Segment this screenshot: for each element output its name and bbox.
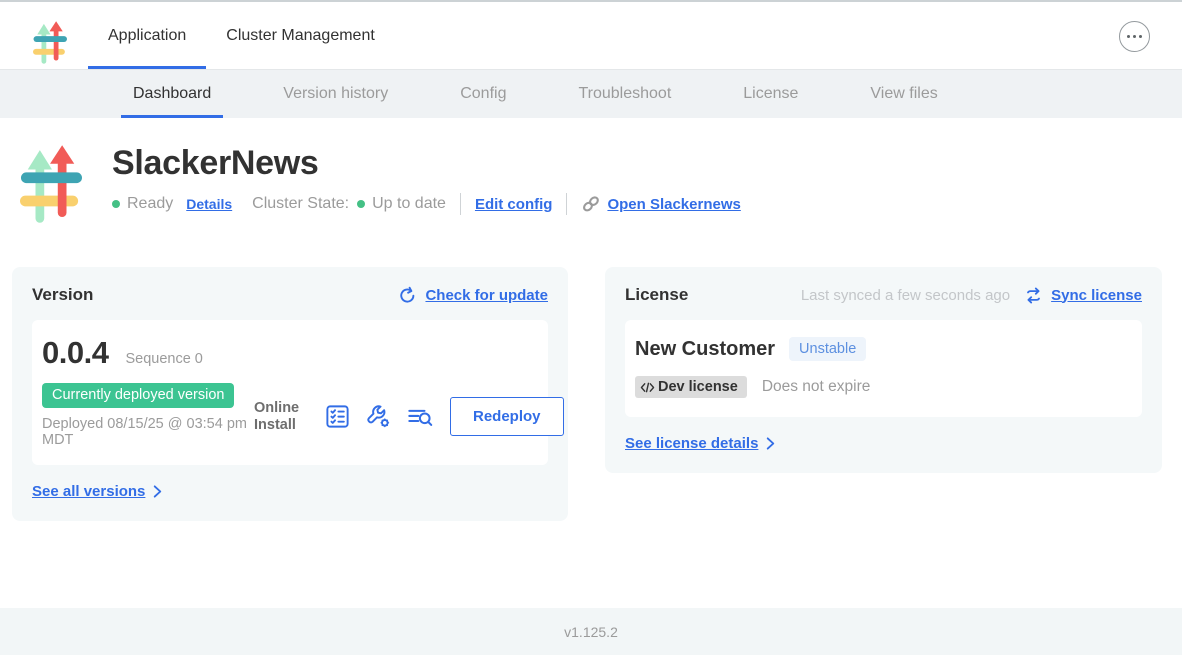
version-number-row: 0.0.4 Sequence 0 [42, 335, 528, 371]
license-card-title: License [625, 285, 688, 305]
open-app-link[interactable]: Open Slackernews [607, 196, 740, 213]
app-status-dot-icon [112, 200, 120, 208]
refresh-icon [398, 286, 417, 305]
sync-license-link[interactable]: Sync license [1024, 286, 1142, 305]
dashboard-main: SlackerNews Ready Details Cluster State:… [0, 118, 1182, 608]
license-card: License Last synced a few seconds ago [605, 267, 1162, 473]
version-card-header: Version Check for update [32, 285, 548, 305]
see-license-details-label: See license details [625, 435, 758, 452]
tab-troubleshoot-label: Troubleshoot [578, 85, 671, 103]
tab-cluster-management[interactable]: Cluster Management [206, 2, 395, 69]
check-for-update-label: Check for update [425, 287, 548, 304]
tab-dashboard-label: Dashboard [133, 85, 211, 103]
diff-search-icon[interactable] [406, 403, 434, 430]
tab-application[interactable]: Application [88, 2, 206, 69]
deploy-info-column: Currently deployed version Deployed 08/1… [42, 383, 254, 448]
tab-version-history[interactable]: Version history [271, 70, 400, 118]
version-number: 0.0.4 [42, 335, 108, 371]
sync-arrows-icon [1024, 286, 1043, 305]
deployed-timestamp: Deployed 08/15/25 @ 03:54 pm MDT [42, 417, 254, 448]
status-details-link[interactable]: Details [186, 196, 232, 212]
app-header-text: SlackerNews Ready Details Cluster State:… [112, 144, 741, 225]
tab-version-history-label: Version history [283, 85, 388, 103]
tab-cluster-management-label: Cluster Management [226, 27, 375, 45]
chevron-right-icon [152, 485, 163, 498]
slackernews-logo-large-icon [20, 145, 82, 225]
version-body: Currently deployed version Deployed 08/1… [42, 383, 528, 448]
admin-console-page: Application Cluster Management Dashboard… [0, 0, 1182, 655]
sync-license-label: Sync license [1051, 287, 1142, 304]
tab-config[interactable]: Config [448, 70, 518, 118]
version-card-title: Version [32, 285, 93, 305]
cluster-state-label: Cluster State: [252, 195, 349, 213]
app-sub-nav: Dashboard Version history Config Trouble… [0, 70, 1182, 118]
edit-config-link[interactable]: Edit config [475, 196, 553, 213]
chain-link-icon [581, 194, 601, 214]
redeploy-button[interactable]: Redeploy [450, 397, 564, 436]
tab-config-label: Config [460, 85, 506, 103]
see-all-versions-label: See all versions [32, 483, 145, 500]
tab-view-files-label: View files [870, 85, 937, 103]
channel-badge: Unstable [789, 337, 866, 361]
license-type-label: Dev license [658, 379, 738, 395]
overflow-menu-button[interactable] [1119, 21, 1150, 52]
current-version-panel: 0.0.4 Sequence 0 Currently deployed vers… [32, 320, 548, 465]
license-meta-row: Dev license Does not expire [635, 376, 1122, 398]
chevron-right-icon [765, 437, 776, 450]
see-all-versions-link[interactable]: See all versions [32, 483, 163, 500]
version-actions: Online Install [254, 385, 564, 448]
top-nav: Application Cluster Management [0, 0, 1182, 70]
version-action-icons [324, 403, 434, 430]
slackernews-logo-icon [33, 16, 67, 69]
last-synced-text: Last synced a few seconds ago [801, 287, 1010, 304]
version-card: Version Check for update [12, 267, 568, 521]
ellipsis-icon [1127, 35, 1131, 39]
cluster-state-dot-icon [357, 200, 365, 208]
code-brackets-icon [640, 381, 655, 394]
check-for-update-link[interactable]: Check for update [398, 286, 548, 305]
see-license-details-link[interactable]: See license details [625, 435, 776, 452]
tab-license-label: License [743, 85, 798, 103]
cluster-state-value: Up to date [372, 195, 446, 213]
app-header: SlackerNews Ready Details Cluster State:… [0, 118, 1182, 225]
console-version: v1.125.2 [564, 624, 618, 640]
install-type-label: Online Install [254, 400, 310, 432]
tab-view-files[interactable]: View files [858, 70, 949, 118]
dashboard-cards: Version Check for update [0, 267, 1182, 521]
config-wrench-gear-icon[interactable] [365, 403, 392, 430]
preflight-checklist-icon[interactable] [324, 403, 351, 430]
console-footer: v1.125.2 [0, 608, 1182, 655]
page-title: SlackerNews [112, 144, 741, 183]
license-type-badge: Dev license [635, 376, 747, 398]
divider [460, 193, 461, 215]
tab-troubleshoot[interactable]: Troubleshoot [566, 70, 683, 118]
top-nav-tabs: Application Cluster Management [88, 2, 395, 69]
app-status-text: Ready [127, 195, 173, 213]
deployed-status-badge: Currently deployed version [42, 383, 234, 408]
divider [566, 193, 567, 215]
app-status-row: Ready Details Cluster State: Up to date … [112, 193, 741, 215]
tab-dashboard[interactable]: Dashboard [121, 70, 223, 118]
customer-row: New Customer Unstable [635, 337, 1122, 361]
license-card-header: License Last synced a few seconds ago [625, 285, 1142, 305]
sequence-label: Sequence 0 [125, 351, 202, 367]
tab-license[interactable]: License [731, 70, 810, 118]
customer-name: New Customer [635, 338, 775, 361]
license-panel: New Customer Unstable Dev license [625, 320, 1142, 417]
license-expiration: Does not expire [762, 378, 871, 396]
tab-application-label: Application [108, 27, 186, 45]
